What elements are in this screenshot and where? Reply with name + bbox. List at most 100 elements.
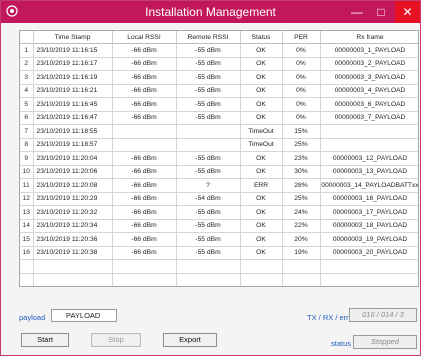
- cell-local-rssi: -66 dBm: [112, 165, 177, 179]
- export-button[interactable]: Export: [163, 333, 217, 347]
- cell-local-rssi: -66 dBm: [112, 111, 177, 125]
- cell-local-rssi: -66 dBm: [112, 178, 177, 193]
- cell-time-stamp: 23/10/2019 11:16:17: [33, 57, 113, 71]
- table-row[interactable]: 16 23/10/2019 11:20:38 -66 dBm -55 dBm OK 19%…: [20, 246, 418, 260]
- column-header-status[interactable]: Status: [240, 31, 283, 44]
- column-header-remote-rssi[interactable]: Remote RSSI: [176, 31, 241, 44]
- cell-local-rssi: -66 dBm: [112, 219, 177, 233]
- table-row[interactable]: [20, 273, 418, 286]
- column-header-rx-frame[interactable]: Rx frame: [320, 31, 418, 44]
- table-row[interactable]: 7 23/10/2019 11:18:55 TimeOut 15%: [20, 124, 418, 139]
- table-row[interactable]: [20, 259, 418, 274]
- column-header-time-stamp[interactable]: Time Stamp: [33, 31, 113, 44]
- cell-rx-frame: [320, 124, 418, 139]
- cell-row-index: 14: [20, 219, 34, 233]
- cell-local-rssi: -66 dBm: [112, 97, 177, 112]
- payload-input[interactable]: PAYLOAD: [51, 309, 117, 322]
- cell-status: OK: [240, 232, 283, 247]
- cell-status: OK: [240, 151, 283, 166]
- cell-remote-rssi: -55 dBm: [176, 205, 241, 220]
- cell-row-index: 15: [20, 232, 34, 247]
- cell-rx-frame: 00000003_17_PAYLOAD: [320, 205, 418, 220]
- cell-remote-rssi: [176, 259, 241, 274]
- cell-remote-rssi: -55 dBm: [176, 57, 241, 71]
- cell-remote-rssi: ?: [176, 178, 241, 193]
- cell-row-index: 16: [20, 246, 34, 260]
- cell-time-stamp: [33, 287, 112, 288]
- cell-status: TimeOut: [240, 124, 283, 139]
- cell-row-index: 11: [20, 178, 34, 193]
- cell-local-rssi: -66 dBm: [112, 70, 177, 85]
- counters-field: 016 / 014 / 3: [349, 308, 417, 322]
- table-row[interactable]: 12 23/10/2019 11:20:29 -66 dBm -54 dBm OK 25%…: [20, 192, 418, 206]
- title-bar[interactable]: Installation Management — □ ✕: [1, 1, 420, 23]
- column-header-per[interactable]: PER: [282, 31, 321, 44]
- start-button[interactable]: Start: [21, 333, 69, 347]
- counters-label: TX / RX / err: [307, 313, 349, 322]
- cell-local-rssi: [112, 259, 177, 274]
- table-row[interactable]: 5 23/10/2019 11:16:45 -66 dBm -55 dBm OK 0% 00…: [20, 97, 418, 112]
- cell-local-rssi: -66 dBm: [112, 151, 177, 166]
- table-row[interactable]: 6 23/10/2019 11:16:47 -66 dBm -55 dBm OK 0% 00…: [20, 111, 418, 125]
- cell-status: OK: [240, 84, 283, 98]
- minimize-icon[interactable]: —: [345, 1, 369, 23]
- payload-label: payload: [19, 313, 46, 322]
- cell-per: 24%: [282, 205, 321, 220]
- cell-time-stamp: 23/10/2019 11:16:21: [33, 84, 113, 98]
- table-row[interactable]: 14 23/10/2019 11:20:34 -66 dBm -55 dBm OK 22%…: [20, 219, 418, 233]
- cell-local-rssi: -66 dBm: [112, 43, 177, 58]
- table-row[interactable]: 1 23/10/2019 11:16:15 -66 dBm -55 dBm OK 0% 00…: [20, 43, 418, 58]
- cell-rx-frame: 00000003_13_PAYLOAD: [320, 165, 418, 179]
- table-header-row: Time Stamp Local RSSI Remote RSSI Status…: [20, 31, 418, 44]
- table-row[interactable]: [20, 287, 419, 288]
- cell-local-rssi: [112, 273, 177, 286]
- table-row[interactable]: 2 23/10/2019 11:16:17 -66 dBm -55 dBm OK 0% 00…: [20, 57, 418, 71]
- cell-time-stamp: 23/10/2019 11:20:08: [33, 178, 113, 193]
- cell-time-stamp: 23/10/2019 11:20:32: [33, 205, 113, 220]
- cell-row-index: 3: [20, 70, 34, 85]
- cell-status: OK: [240, 57, 283, 71]
- cell-per: [282, 259, 321, 274]
- cell-remote-rssi: -55 dBm: [176, 70, 241, 85]
- installation-window: Installation Management — □ ✕ Time Stamp…: [0, 0, 421, 356]
- stop-button[interactable]: Stop: [91, 333, 141, 347]
- cell-per: 0%: [282, 70, 321, 85]
- cell-per: 19%: [282, 246, 321, 260]
- table-row[interactable]: 9 23/10/2019 11:20:04 -66 dBm -55 dBm OK 23% 0…: [20, 151, 418, 166]
- cell-remote-rssi: -55 dBm: [176, 219, 241, 233]
- cell-rx-frame: [320, 287, 419, 288]
- close-icon[interactable]: ✕: [395, 1, 420, 23]
- cell-status: OK: [240, 219, 283, 233]
- cell-rx-frame: 00000003_12_PAYLOAD: [320, 151, 418, 166]
- table-row[interactable]: 11 23/10/2019 11:20:08 -66 dBm? ERR 28% 00000…: [20, 178, 418, 193]
- cell-time-stamp: [33, 259, 113, 274]
- data-grid[interactable]: Time Stamp Local RSSI Remote RSSI Status…: [19, 30, 419, 287]
- cell-local-rssi: -66 dBm: [112, 205, 177, 220]
- status-field: Stopped: [353, 335, 417, 349]
- cell-time-stamp: 23/10/2019 11:16:47: [33, 111, 113, 125]
- column-header[interactable]: [20, 31, 34, 44]
- maximize-icon[interactable]: □: [369, 1, 393, 23]
- cell-per: 20%: [282, 232, 321, 247]
- cell-rx-frame: 00000003_1_PAYLOAD: [320, 43, 418, 58]
- cell-remote-rssi: -55 dBm: [176, 232, 241, 247]
- cell-remote-rssi: [176, 124, 241, 139]
- table-row[interactable]: 8 23/10/2019 11:18:57 TimeOut 25%: [20, 138, 418, 152]
- cell-row-index: [20, 259, 34, 274]
- cell-rx-frame: 00000003_7_PAYLOAD: [320, 111, 418, 125]
- table-row[interactable]: 10 23/10/2019 11:20:06 -66 dBm -55 dBm OK 30%…: [20, 165, 418, 179]
- table-row[interactable]: 15 23/10/2019 11:20:36 -66 dBm -55 dBm OK 20%…: [20, 232, 418, 247]
- cell-per: 23%: [282, 151, 321, 166]
- cell-status: OK: [240, 205, 283, 220]
- table-row[interactable]: 3 23/10/2019 11:16:19 -66 dBm -55 dBm OK 0% 00…: [20, 70, 418, 85]
- cell-remote-rssi: -55 dBm: [176, 111, 241, 125]
- cell-per: 0%: [282, 111, 321, 125]
- table-row[interactable]: 4 23/10/2019 11:16:21 -66 dBm -55 dBm OK 0% 00…: [20, 84, 418, 98]
- cell-local-rssi: -66 dBm: [112, 84, 177, 98]
- table-row[interactable]: 13 23/10/2019 11:20:32 -66 dBm -55 dBm OK 24%…: [20, 205, 418, 220]
- cell-time-stamp: 23/10/2019 11:20:38: [33, 246, 113, 260]
- cell-time-stamp: 23/10/2019 11:20:34: [33, 219, 113, 233]
- cell-status: OK: [240, 70, 283, 85]
- column-header-local-rssi[interactable]: Local RSSI: [112, 31, 177, 44]
- cell-row-index: 5: [20, 97, 34, 112]
